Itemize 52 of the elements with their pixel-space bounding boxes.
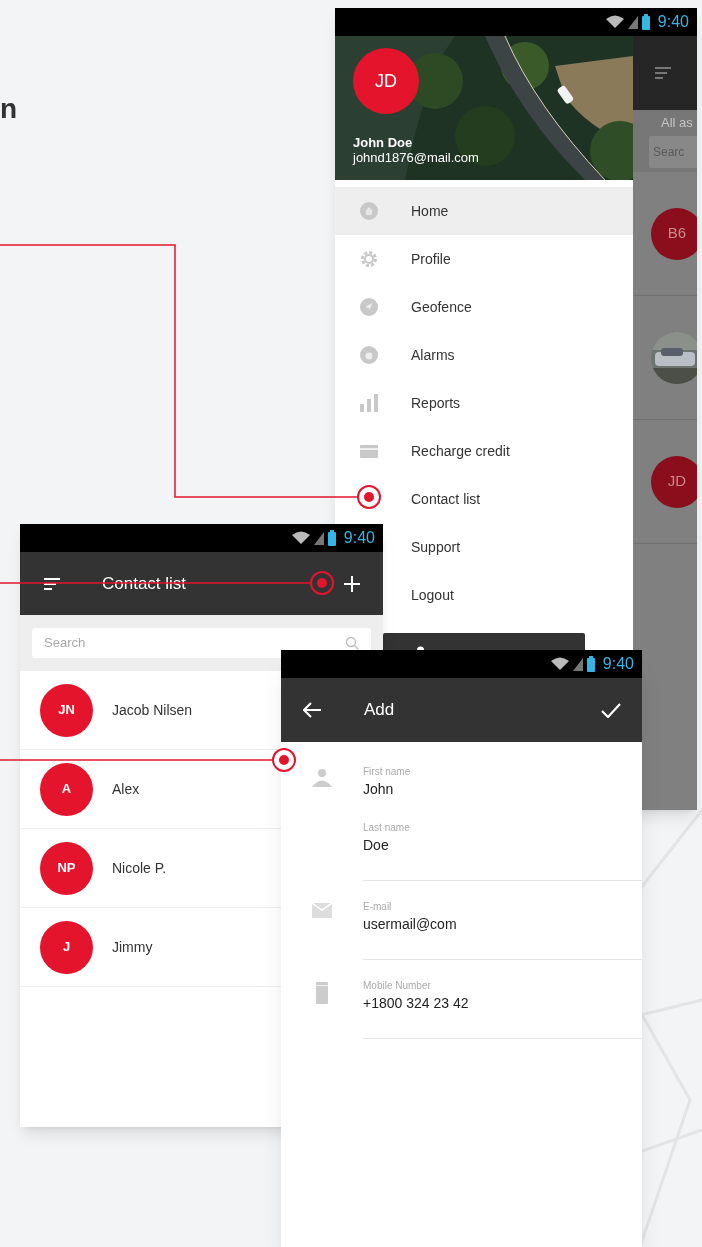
signal-icon <box>572 657 583 671</box>
avatar: JD <box>651 455 697 508</box>
screen-title: Add <box>364 699 396 722</box>
text-field[interactable]: Mobile Number +1800 324 23 42 <box>363 980 642 1012</box>
status-time: 9:40 <box>343 528 375 548</box>
contact-name: Jacob Nilsen <box>112 700 193 720</box>
status-time: 9:40 <box>657 12 689 32</box>
user-name: John Doe <box>353 135 414 150</box>
status-time: 9:40 <box>602 654 634 674</box>
signal-icon <box>627 15 638 29</box>
text-field[interactable]: Last name Doe <box>363 822 642 854</box>
text-field[interactable]: E-mail usermail@com <box>363 901 642 933</box>
heading-text: n <box>0 92 18 126</box>
contact-row[interactable]: A Alex <box>20 750 281 829</box>
contact-row[interactable]: JN Jacob Nilsen <box>20 671 281 750</box>
battery-icon <box>586 656 595 672</box>
avatar: A <box>40 762 93 816</box>
mail-icon <box>312 903 332 918</box>
contact-name: Nicole P. <box>112 858 167 878</box>
wifi-icon <box>291 531 310 545</box>
user-email: johnd1876@mail.com <box>353 150 479 166</box>
filter-icon <box>655 67 671 79</box>
wifi-icon <box>550 657 569 671</box>
callout-dot <box>310 571 334 595</box>
person-icon <box>417 644 424 650</box>
signal-icon <box>313 531 324 545</box>
check-icon[interactable] <box>601 702 621 718</box>
contact-row[interactable]: NP Nicole P. <box>20 829 281 908</box>
back-arrow-icon[interactable] <box>303 702 322 718</box>
wifi-icon <box>605 15 624 29</box>
filter-icon <box>44 577 60 590</box>
contact-row[interactable]: J Jimmy <box>20 908 281 987</box>
avatar: B6 <box>651 207 697 260</box>
avatar: JN <box>40 683 93 737</box>
contact-name: Jimmy <box>112 937 153 957</box>
avatar: J <box>40 920 93 974</box>
battery-icon <box>641 14 650 30</box>
card-icon <box>360 444 378 458</box>
avatar: NP <box>40 841 93 895</box>
text-field[interactable]: First name John <box>363 766 642 798</box>
filter-label: All as <box>660 114 694 132</box>
home-icon <box>360 202 378 220</box>
add-icon[interactable] <box>344 575 360 592</box>
phone-icon <box>316 982 328 1004</box>
navigation-icon <box>360 298 378 316</box>
alarm-icon <box>360 346 378 364</box>
search-icon <box>345 636 359 650</box>
battery-icon <box>327 530 336 546</box>
contact-name: Alex <box>112 779 140 799</box>
bar-chart-icon <box>360 394 378 412</box>
person-icon <box>312 768 332 787</box>
settings-icon <box>360 250 378 268</box>
